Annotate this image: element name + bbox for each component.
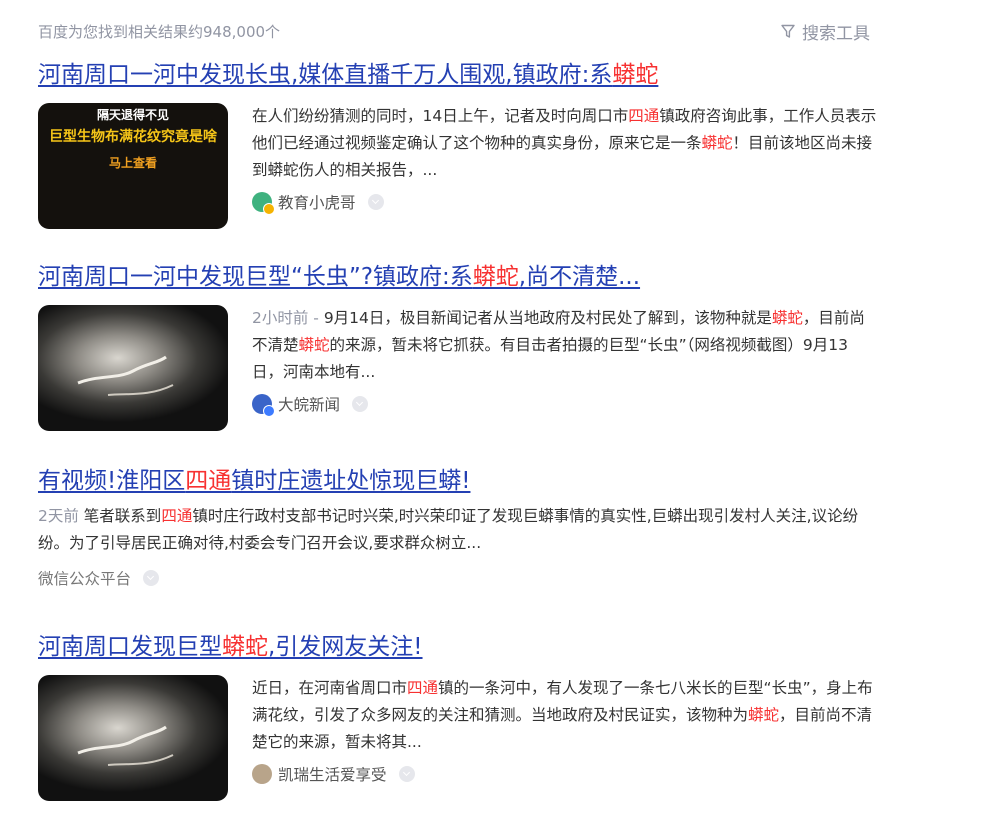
result-abstract: 近日，在河南省周口市四通镇的一条河中，有人发现了一条七八米长的巨型“长虫”，身上… — [252, 679, 873, 751]
source-name[interactable]: 教育小虎哥 — [278, 191, 356, 213]
chevron-down-icon[interactable] — [143, 570, 160, 586]
search-result: 河南周口一河中发现长虫,媒体直播千万人围观,镇政府:系蟒蛇 隔天退得不见 巨型生… — [38, 60, 878, 229]
result-thumbnail[interactable] — [38, 305, 228, 431]
result-abstract: 在人们纷纷猜测的同时，14日上午，记者及时向周口市四通镇政府咨询此事，工作人员表… — [252, 107, 877, 179]
search-result: 河南周口发现巨型蟒蛇,引发网友关注! 近日，在河南省周口市四通镇的一条河中，有人… — [38, 632, 878, 801]
search-header: 百度为您找到相关结果约948,000个 搜索工具 — [38, 18, 870, 44]
result-source: 凯瑞生活爱享受 — [252, 763, 878, 785]
search-result: 有视频!淮阳区四通镇时庄遗址处惊现巨蟒! 2天前 笔者联系到四通镇时庄行政村支部… — [38, 466, 878, 589]
filter-icon — [781, 24, 795, 38]
result-time: 2天前 — [38, 507, 84, 525]
result-abstract: 2小时前 - 9月14日，极目新闻记者从当地政府及村民处了解到，该物种就是蟒蛇，… — [252, 309, 865, 381]
result-title-link[interactable]: 有视频!淮阳区四通镇时庄遗址处惊现巨蟒! — [38, 466, 878, 496]
result-title-link[interactable]: 河南周口发现巨型蟒蛇,引发网友关注! — [38, 632, 878, 662]
thumbnail-caption: 巨型生物布满花纹究竟是啥 — [49, 129, 217, 145]
thumbnail-caption: 马上查看 — [108, 156, 157, 170]
result-thumbnail[interactable] — [38, 675, 228, 801]
source-name[interactable]: 凯瑞生活爱享受 — [278, 763, 387, 785]
snake-video-frame — [77, 355, 174, 396]
search-result: 河南周口一河中发现巨型“长虫”?镇政府:系蟒蛇,尚不清楚... 2小时前 - 9… — [38, 262, 878, 431]
source-name[interactable]: 微信公众平台 — [38, 567, 131, 589]
result-abstract: 2天前 笔者联系到四通镇时庄行政村支部书记时兴荣,时兴荣印证了发现巨蟒事情的真实… — [38, 507, 859, 552]
chevron-down-icon[interactable] — [398, 766, 415, 782]
result-title-link[interactable]: 河南周口一河中发现长虫,媒体直播千万人围观,镇政府:系蟒蛇 — [38, 60, 878, 90]
thumbnail-caption: 隔天退得不见 — [96, 108, 169, 122]
result-title-link[interactable]: 河南周口一河中发现巨型“长虫”?镇政府:系蟒蛇,尚不清楚... — [38, 262, 878, 292]
source-avatar[interactable] — [252, 192, 275, 215]
verified-badge-icon — [263, 405, 275, 417]
result-time: 2小时前 - — [252, 309, 324, 327]
chevron-down-icon[interactable] — [352, 396, 369, 412]
search-tools-button[interactable]: 搜索工具 — [781, 19, 870, 44]
snake-video-frame — [77, 725, 174, 766]
result-source: 教育小虎哥 — [252, 191, 878, 215]
result-source: 大皖新闻 — [252, 393, 878, 417]
result-count: 百度为您找到相关结果约948,000个 — [38, 23, 281, 41]
source-avatar[interactable] — [252, 764, 272, 784]
search-tools-label: 搜索工具 — [802, 24, 870, 44]
source-avatar[interactable] — [252, 394, 275, 417]
source-name[interactable]: 大皖新闻 — [278, 393, 340, 415]
result-thumbnail[interactable]: 隔天退得不见 巨型生物布满花纹究竟是啥 马上查看 — [38, 103, 228, 229]
verified-badge-icon — [263, 203, 275, 215]
chevron-down-icon[interactable] — [367, 194, 384, 210]
result-source: 微信公众平台 — [38, 567, 878, 589]
